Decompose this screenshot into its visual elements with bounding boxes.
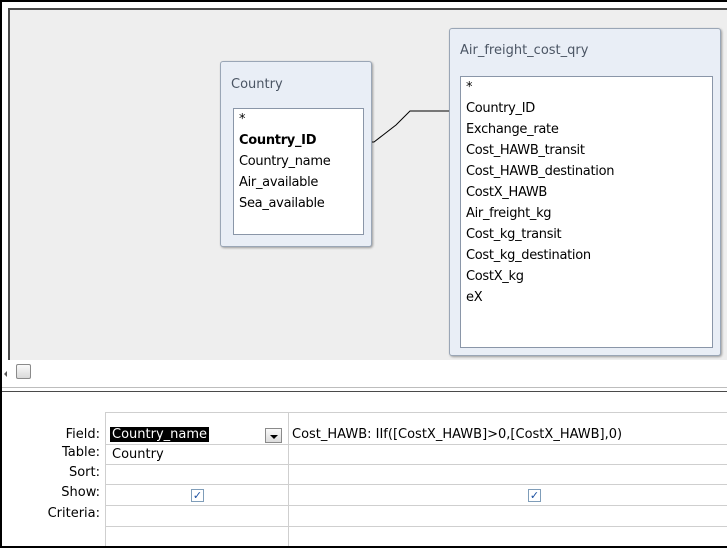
- country-table-box[interactable]: Country * Country_ID Country_name Air_av…: [220, 61, 372, 247]
- field-item-star[interactable]: *: [461, 77, 712, 98]
- scroll-thumb[interactable]: [16, 364, 31, 379]
- pane-divider[interactable]: [2, 387, 727, 388]
- country-table-title: Country: [231, 77, 283, 92]
- pane-divider-dark: [2, 391, 727, 392]
- field-item-cost-hawb-transit[interactable]: Cost_HAWB_transit: [461, 140, 712, 161]
- query-design-grid: Field: Table: Sort: Show: Criteria: Coun…: [2, 400, 727, 546]
- field-item-cost-hawb-destination[interactable]: Cost_HAWB_destination: [461, 161, 712, 182]
- field-item-costx-hawb[interactable]: CostX_HAWB: [461, 182, 712, 203]
- row-header-field: Field:: [65, 427, 100, 442]
- field-item-cost-kg-transit[interactable]: Cost_kg_transit: [461, 224, 712, 245]
- row-header-criteria: Criteria:: [47, 506, 100, 521]
- grid-column-line: [288, 412, 289, 546]
- col1-show-checkbox[interactable]: ✓: [191, 489, 204, 502]
- field-item-air-freight-kg[interactable]: Air_freight_kg: [461, 203, 712, 224]
- row-header-show: Show:: [61, 485, 100, 500]
- grid-column-line: [105, 412, 106, 546]
- grid-line: [105, 505, 727, 506]
- col2-field-cell[interactable]: Cost_HAWB: IIf([CostX_HAWB]>0,[CostX_HAW…: [292, 427, 622, 442]
- grid-line: [105, 444, 727, 445]
- col1-table-cell[interactable]: Country: [112, 447, 164, 462]
- grid-line: [105, 464, 727, 465]
- air-freight-query-title: Air_freight_cost_qry: [460, 43, 589, 58]
- query-designer-window: Country * Country_ID Country_name Air_av…: [0, 0, 727, 548]
- country-field-list[interactable]: * Country_ID Country_name Air_available …: [233, 108, 364, 235]
- field-item-country-id[interactable]: Country_ID: [461, 98, 712, 119]
- scroll-left-arrow-icon[interactable]: [4, 371, 7, 377]
- field-item-costx-kg[interactable]: CostX_kg: [461, 266, 712, 287]
- field-item-star[interactable]: *: [234, 109, 363, 130]
- col1-field-dropdown[interactable]: [265, 428, 282, 443]
- col1-field-cell[interactable]: Country_name: [110, 427, 210, 442]
- table-diagram-pane: Country * Country_ID Country_name Air_av…: [8, 8, 727, 360]
- field-item-air-available[interactable]: Air_available: [234, 172, 363, 193]
- field-item-exchange-rate[interactable]: Exchange_rate: [461, 119, 712, 140]
- air-freight-query-box[interactable]: Air_freight_cost_qry * Country_ID Exchan…: [449, 28, 721, 356]
- field-item-cost-kg-destination[interactable]: Cost_kg_destination: [461, 245, 712, 266]
- grid-line: [105, 484, 727, 485]
- grid-line: [105, 526, 727, 527]
- air-freight-field-list[interactable]: * Country_ID Exchange_rate Cost_HAWB_tra…: [460, 76, 713, 348]
- row-header-sort: Sort:: [68, 465, 100, 480]
- field-item-sea-available[interactable]: Sea_available: [234, 193, 363, 214]
- field-item-ex[interactable]: eX: [461, 287, 712, 308]
- field-item-country-id[interactable]: Country_ID: [234, 130, 363, 151]
- field-item-country-name[interactable]: Country_name: [234, 151, 363, 172]
- col2-show-checkbox[interactable]: ✓: [528, 489, 541, 502]
- grid-top-line: [105, 412, 727, 413]
- row-header-table: Table:: [62, 445, 100, 460]
